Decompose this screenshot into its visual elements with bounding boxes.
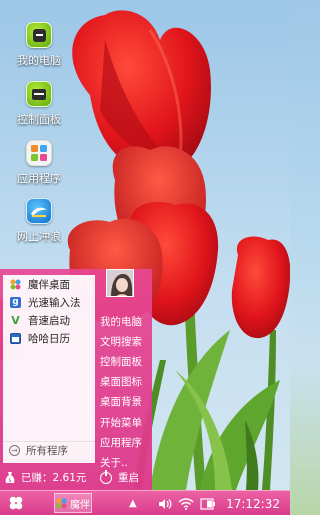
start-menu: 魔伴桌面 g 光速输入法 V 音速启动 哈哈日历 → 所有程序 我的电脑 文明搜…	[0, 269, 152, 491]
menu-item-calendar[interactable]: 哈哈日历	[3, 329, 95, 347]
svg-text:$: $	[8, 478, 11, 484]
wifi-icon[interactable]	[178, 491, 194, 515]
menu-item-mobo-desktop[interactable]: 魔伴桌面	[3, 275, 95, 293]
applications-icon	[26, 140, 52, 166]
clock[interactable]: 17:12:32	[226, 491, 280, 515]
desktop-icon-label: 控制面板	[17, 113, 61, 126]
link-desktop-background[interactable]: 桌面背景	[100, 392, 152, 412]
desktop-icon-control-panel[interactable]: 控制面板	[7, 81, 71, 127]
link-desktop-icons[interactable]: 桌面图标	[100, 372, 152, 392]
earnings-display: $ 已赚：2.61元	[5, 470, 86, 485]
battery-icon[interactable]	[200, 491, 216, 515]
restart-label: 重启	[118, 472, 139, 484]
desktop-icon-label: 网上冲浪	[17, 230, 61, 243]
link-search[interactable]: 文明搜索	[100, 331, 152, 351]
link-applications[interactable]: 应用程序	[100, 432, 152, 452]
menu-item-sonic-launcher[interactable]: V 音速启动	[3, 311, 95, 329]
menu-item-input-method[interactable]: g 光速输入法	[3, 293, 95, 311]
desktop-icon-label: 应用程序	[17, 172, 61, 185]
arrow-right-icon: →	[9, 445, 20, 456]
money-bag-icon: $	[5, 471, 15, 484]
all-programs-button[interactable]: → 所有程序	[3, 441, 95, 459]
start-menu-pinned-panel: 魔伴桌面 g 光速输入法 V 音速启动 哈哈日历 → 所有程序	[3, 275, 95, 463]
start-button[interactable]	[8, 495, 24, 511]
desktop-icon-my-computer[interactable]: 我的电脑	[7, 22, 71, 68]
link-start-menu[interactable]: 开始菜单	[100, 412, 152, 432]
desktop-icon-label: 我的电脑	[17, 54, 61, 67]
start-menu-links: 我的电脑 文明搜索 控制面板 桌面图标 桌面背景 开始菜单 应用程序 关于..	[100, 311, 152, 473]
all-programs-label: 所有程序	[26, 445, 68, 457]
taskbar-app-label: 魔伴	[70, 499, 90, 511]
menu-item-label: 光速输入法	[28, 296, 81, 309]
control-panel-icon	[26, 81, 52, 107]
menu-item-label: 哈哈日历	[28, 332, 70, 345]
mobo-desktop-icon	[10, 279, 21, 290]
avatar[interactable]	[106, 269, 134, 297]
calendar-icon	[10, 332, 21, 344]
taskbar: 魔伴 ▲ 17:12:32	[0, 490, 290, 515]
tray-up-arrow-icon[interactable]: ▲	[129, 491, 137, 515]
desktop-icon-applications[interactable]: 应用程序	[7, 140, 71, 186]
menu-item-label: 音速启动	[28, 314, 70, 327]
clover-start-icon	[9, 496, 23, 510]
link-my-computer[interactable]: 我的电脑	[100, 311, 152, 331]
my-computer-icon	[26, 22, 52, 48]
input-method-icon: g	[10, 296, 21, 308]
link-control-panel[interactable]: 控制面板	[100, 351, 152, 371]
taskbar-app-mobo[interactable]: 魔伴	[54, 493, 92, 513]
power-icon	[100, 469, 112, 484]
mobo-app-icon	[56, 498, 67, 508]
sonic-launcher-icon: V	[11, 313, 20, 327]
menu-item-label: 魔伴桌面	[28, 278, 70, 291]
desktop-icon-internet[interactable]: 网上冲浪	[7, 198, 71, 244]
internet-surf-icon	[26, 198, 52, 224]
earnings-label: 已赚：2.61元	[21, 472, 87, 484]
restart-button[interactable]: 重启	[100, 469, 139, 485]
volume-icon[interactable]	[158, 491, 172, 515]
